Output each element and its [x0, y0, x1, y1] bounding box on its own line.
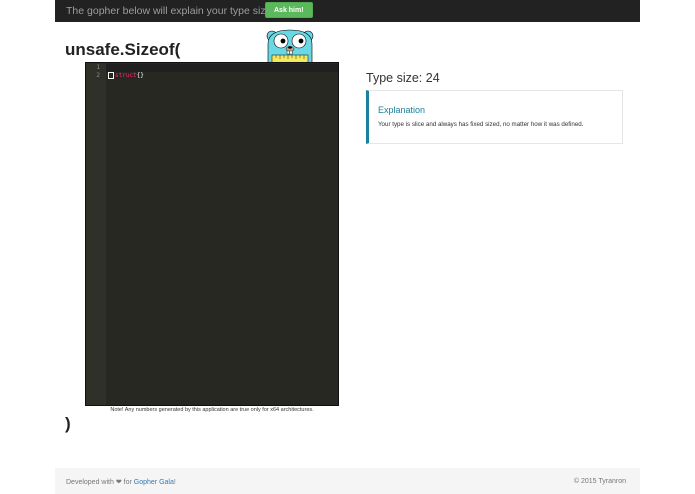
code-line-1[interactable] [106, 64, 338, 72]
code-keyword: struct [115, 72, 137, 79]
explanation-title: Explanation [378, 105, 426, 115]
gopher-mascot-icon [266, 29, 314, 64]
gopher-gala-link[interactable]: Gopher Gala [134, 479, 174, 486]
type-size-heading: Type size: 24 [366, 71, 440, 85]
explanation-text: Your type is slice and always has fixed … [378, 121, 584, 128]
sizeof-open-heading: unsafe.Sizeof( [65, 40, 181, 59]
code-editor[interactable]: 1 2 struct{} [85, 62, 339, 406]
editor-code-area[interactable]: struct{} [106, 63, 338, 80]
architecture-note: Note! Any numbers generated by this appl… [110, 407, 314, 413]
editor-gutter: 1 2 [86, 63, 106, 405]
footer-copyright: © 2015 Tyranron [573, 478, 626, 485]
code-braces: {} [136, 72, 144, 79]
code-line-2[interactable]: struct{} [106, 72, 338, 80]
footer-exclamation: ! [173, 479, 176, 486]
explanation-callout: Explanation Your type is slice and alway… [366, 90, 623, 144]
page-footer: Developed with ❤ for Gopher Gala! © 2015… [55, 468, 640, 494]
heart-icon: ❤ [115, 479, 122, 486]
footer-credits: Developed with ❤ for Gopher Gala! [66, 478, 176, 486]
footer-developed-text: Developed with [66, 479, 114, 486]
footer-for-text: for [123, 479, 132, 486]
line-number: 2 [96, 72, 100, 79]
fold-marker-icon [108, 72, 114, 79]
sizeof-close-heading: ) [65, 414, 71, 433]
top-navbar: The gopher below will explain your type … [55, 0, 640, 22]
navbar-prompt: The gopher below will explain your type … [66, 5, 281, 17]
ask-him-button[interactable]: Ask him! [265, 2, 313, 18]
line-number: 1 [96, 64, 100, 71]
